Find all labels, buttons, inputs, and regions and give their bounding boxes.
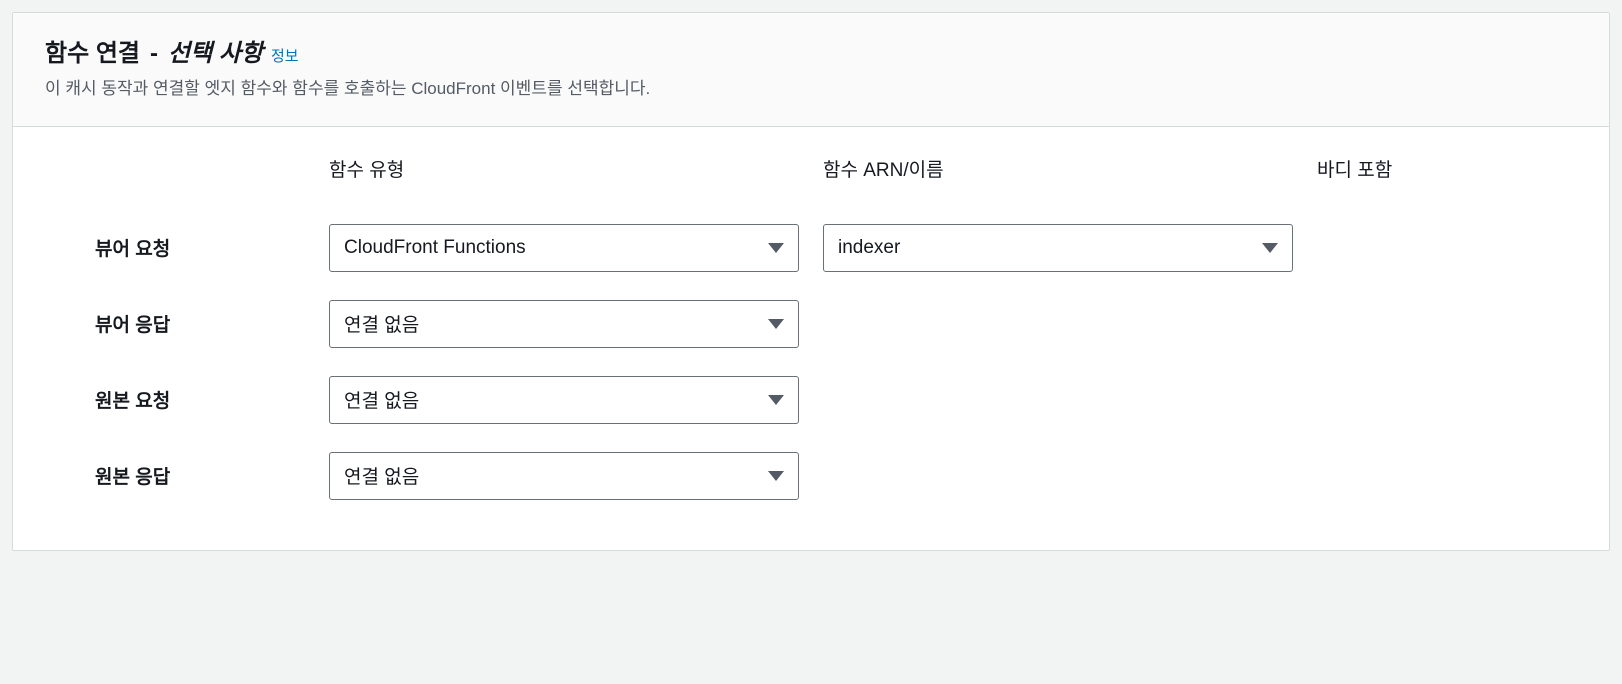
function-type-select-origin-request[interactable]: 연결 없음 bbox=[329, 376, 799, 424]
function-associations-panel: 함수 연결 - 선택 사항 정보 이 캐시 동작과 연결할 엣지 함수와 함수를… bbox=[12, 12, 1610, 551]
chevron-down-icon bbox=[768, 319, 784, 329]
chevron-down-icon bbox=[1262, 243, 1278, 253]
info-link[interactable]: 정보 bbox=[271, 45, 299, 66]
function-type-select-viewer-request[interactable]: CloudFront Functions bbox=[329, 224, 799, 272]
function-arn-select-viewer-request[interactable]: indexer bbox=[823, 224, 1293, 272]
function-type-select-wrap: 연결 없음 bbox=[329, 286, 799, 362]
function-type-select-origin-response[interactable]: 연결 없음 bbox=[329, 452, 799, 500]
include-body-cell-viewer-request bbox=[1317, 234, 1577, 262]
chevron-down-icon bbox=[768, 471, 784, 481]
panel-body: 함수 유형 함수 ARN/이름 바디 포함 뷰어 요청 CloudFront F… bbox=[13, 127, 1609, 550]
function-arn-select-wrap: indexer bbox=[823, 210, 1293, 286]
select-value: 연결 없음 bbox=[344, 462, 419, 489]
row-label-origin-request: 원본 요청 bbox=[45, 372, 305, 427]
function-arn-cell-viewer-response bbox=[823, 310, 1293, 338]
panel-title-optional: 선택 사항 bbox=[168, 33, 263, 68]
select-value: 연결 없음 bbox=[344, 386, 419, 413]
function-type-select-wrap: 연결 없음 bbox=[329, 438, 799, 514]
include-body-cell-origin-response bbox=[1317, 462, 1577, 490]
chevron-down-icon bbox=[768, 395, 784, 405]
row-label-viewer-request: 뷰어 요청 bbox=[45, 220, 305, 275]
panel-title: 함수 연결 bbox=[45, 33, 140, 68]
col-header-empty bbox=[45, 168, 305, 196]
function-type-select-wrap: 연결 없음 bbox=[329, 362, 799, 438]
function-type-select-viewer-response[interactable]: 연결 없음 bbox=[329, 300, 799, 348]
col-header-body: 바디 포함 bbox=[1317, 155, 1577, 210]
select-value: CloudFront Functions bbox=[344, 237, 526, 259]
panel-header: 함수 연결 - 선택 사항 정보 이 캐시 동작과 연결할 엣지 함수와 함수를… bbox=[13, 13, 1609, 127]
row-label-origin-response: 원본 응답 bbox=[45, 448, 305, 503]
select-value: indexer bbox=[838, 237, 900, 259]
panel-subtitle: 이 캐시 동작과 연결할 엣지 함수와 함수를 호출하는 CloudFront … bbox=[45, 76, 1577, 102]
include-body-cell-viewer-response bbox=[1317, 310, 1577, 338]
title-dash: - bbox=[150, 40, 158, 68]
select-value: 연결 없음 bbox=[344, 310, 419, 337]
function-arn-cell-origin-request bbox=[823, 386, 1293, 414]
title-row: 함수 연결 - 선택 사항 정보 bbox=[45, 33, 1577, 68]
include-body-cell-origin-request bbox=[1317, 386, 1577, 414]
col-header-type: 함수 유형 bbox=[329, 155, 799, 210]
function-arn-cell-origin-response bbox=[823, 462, 1293, 490]
col-header-arn: 함수 ARN/이름 bbox=[823, 155, 1293, 210]
associations-grid: 함수 유형 함수 ARN/이름 바디 포함 뷰어 요청 CloudFront F… bbox=[45, 155, 1577, 514]
function-type-select-wrap: CloudFront Functions bbox=[329, 210, 799, 286]
row-label-viewer-response: 뷰어 응답 bbox=[45, 296, 305, 351]
chevron-down-icon bbox=[768, 243, 784, 253]
